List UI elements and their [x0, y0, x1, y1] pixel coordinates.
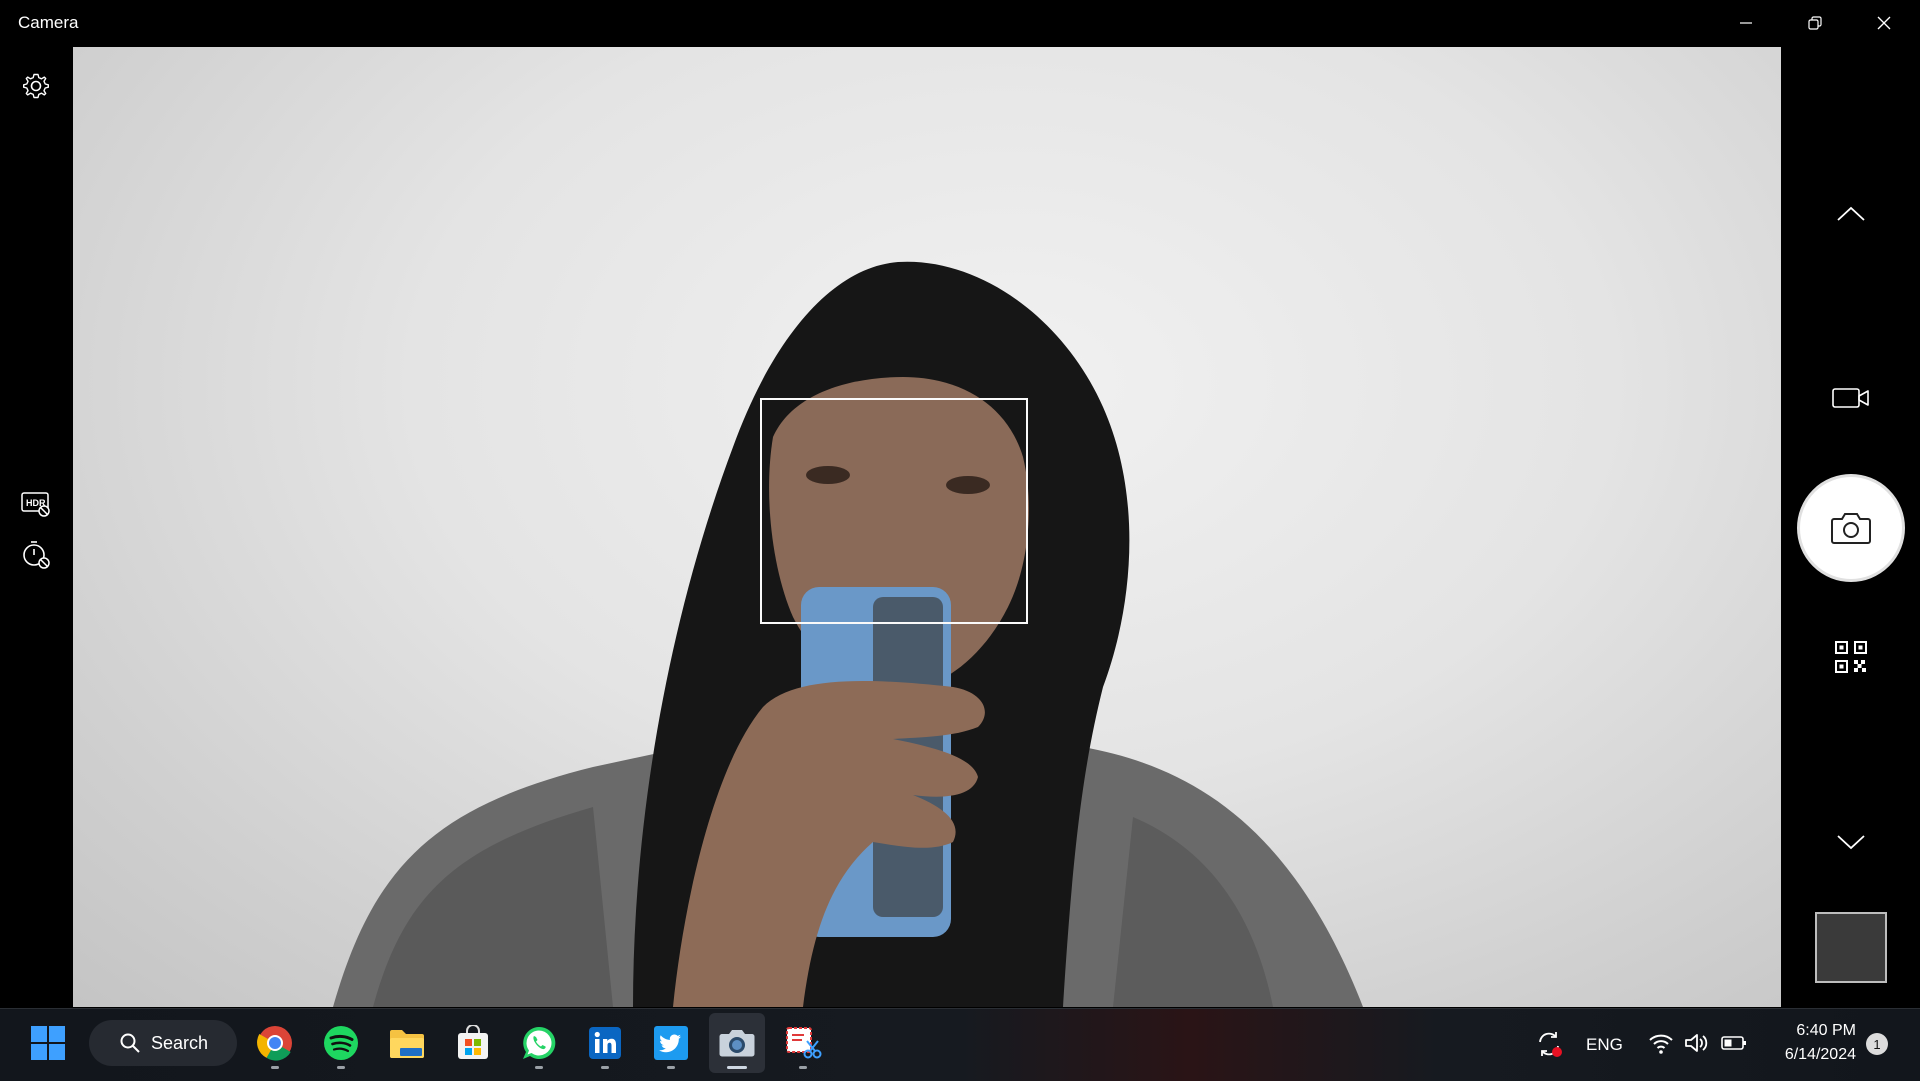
battery-status[interactable]	[1720, 1033, 1748, 1055]
folder-icon	[390, 1030, 424, 1058]
restore-icon	[1808, 16, 1822, 30]
snipping-tool-icon	[786, 1027, 822, 1059]
taskbar-app-chrome[interactable]	[247, 1013, 303, 1073]
barcode-mode-button[interactable]	[1823, 629, 1879, 685]
notification-badge[interactable]: 1	[1866, 1033, 1888, 1055]
wifi-status[interactable]	[1648, 1031, 1674, 1057]
chrome-icon	[257, 1026, 292, 1061]
taskbar-clock[interactable]: 6:40 PM 6/14/2024	[1760, 1019, 1856, 1067]
language-indicator[interactable]: ENG	[1586, 1035, 1623, 1055]
start-button[interactable]	[20, 1013, 76, 1073]
close-icon	[1877, 16, 1891, 30]
search-label: Search	[151, 1032, 209, 1053]
minimize-button[interactable]	[1712, 0, 1780, 46]
spotify-icon	[324, 1026, 358, 1060]
clock-date: 6/14/2024	[1784, 1046, 1856, 1063]
gear-icon	[23, 73, 49, 99]
scroll-up-button[interactable]	[1823, 186, 1879, 242]
camera-icon	[1831, 513, 1871, 544]
taskbar-app-twitter[interactable]	[643, 1013, 699, 1073]
scroll-down-button[interactable]	[1823, 814, 1879, 870]
taskbar-app-file-explorer[interactable]	[379, 1013, 435, 1073]
last-photo-thumbnail[interactable]	[1815, 912, 1887, 983]
window-title: Camera	[18, 13, 79, 32]
volume-status[interactable]	[1683, 1031, 1709, 1057]
store-icon	[458, 1025, 488, 1059]
taskbar-app-spotify[interactable]	[313, 1013, 369, 1073]
close-button[interactable]	[1850, 0, 1918, 46]
chevron-up-icon	[1837, 206, 1865, 221]
settings-button[interactable]	[16, 66, 56, 106]
speaker-icon	[1685, 1034, 1708, 1052]
sync-status-button[interactable]	[1534, 1029, 1564, 1059]
face-detection-box	[760, 398, 1028, 624]
camera-app-icon	[719, 1030, 755, 1057]
chevron-down-icon	[1837, 835, 1865, 850]
taskbar-app-linkedin[interactable]	[577, 1013, 633, 1073]
taskbar-app-whatsapp[interactable]	[511, 1013, 567, 1073]
video-camera-icon	[1832, 388, 1869, 408]
title-bar: Camera	[0, 0, 1920, 46]
whatsapp-icon	[523, 1026, 556, 1059]
minimize-icon	[1740, 22, 1752, 24]
sync-alert-icon	[1539, 1032, 1562, 1057]
clock-time: 6:40 PM	[1796, 1022, 1856, 1039]
restore-button[interactable]	[1781, 0, 1849, 46]
taskbar-app-snipping-tool[interactable]	[775, 1013, 831, 1073]
timer-off-icon	[23, 541, 50, 569]
timer-toggle[interactable]	[16, 534, 56, 574]
wifi-icon	[1649, 1034, 1673, 1054]
qr-code-icon	[1835, 641, 1867, 673]
taskbar-app-microsoft-store[interactable]	[445, 1013, 501, 1073]
hdr-toggle[interactable]: HDR	[16, 484, 56, 524]
hdr-off-icon: HDR	[21, 492, 50, 517]
take-photo-button[interactable]	[1797, 474, 1905, 582]
windows-logo-icon	[31, 1026, 65, 1060]
search-icon	[120, 1033, 140, 1053]
linkedin-icon	[589, 1027, 621, 1059]
camera-viewfinder[interactable]	[73, 47, 1781, 1007]
twitter-icon	[654, 1026, 688, 1060]
taskbar-app-camera[interactable]	[709, 1013, 765, 1073]
taskbar-search[interactable]: Search	[89, 1020, 237, 1066]
battery-icon	[1721, 1036, 1746, 1050]
video-mode-button[interactable]	[1823, 370, 1879, 426]
